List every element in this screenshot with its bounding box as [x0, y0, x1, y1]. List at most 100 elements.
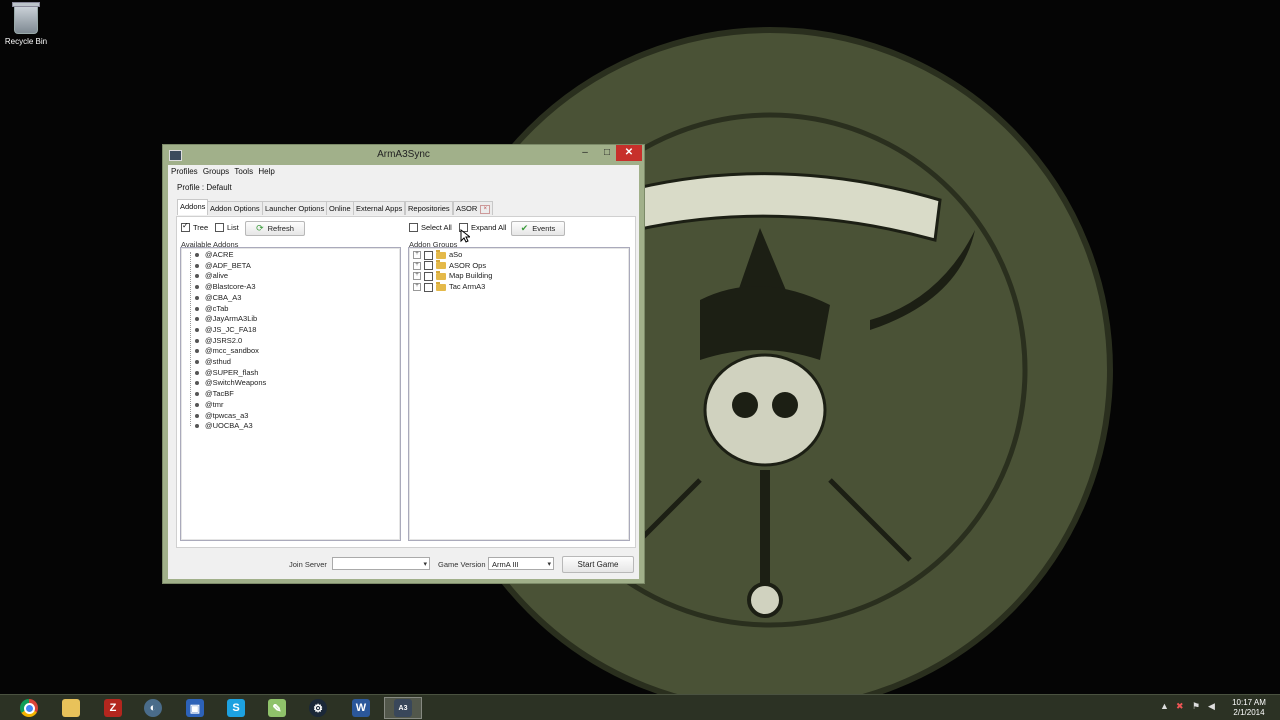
- tab-addon-options[interactable]: Addon Options: [207, 201, 263, 215]
- addon-name: @ADF_BETA: [205, 260, 251, 270]
- addon-item[interactable]: @JayArmA3Lib: [195, 314, 257, 324]
- close-button[interactable]: ✕: [616, 145, 642, 161]
- group-checkbox[interactable]: [424, 261, 433, 271]
- events-label: Events: [532, 224, 556, 233]
- addon-bullet-icon: [195, 360, 199, 365]
- profile-label: Profile : Default: [177, 183, 232, 192]
- taskbar: Z ◐ ▣ S ✎ ⚙ W A3 ▲ ✖ ⚑ ◀ 10:17 AM 2/1/20…: [0, 694, 1280, 720]
- group-item[interactable]: + Map Building: [413, 270, 492, 281]
- recycle-bin-icon: [12, 2, 40, 34]
- tree-option[interactable]: Tree: [181, 221, 208, 232]
- tree-checkbox[interactable]: [181, 221, 190, 232]
- expand-icon[interactable]: +: [413, 251, 421, 259]
- addon-item[interactable]: @alive: [195, 271, 228, 281]
- word-icon: W: [352, 699, 370, 717]
- list-checkbox[interactable]: [215, 223, 224, 232]
- menu-help[interactable]: Help: [258, 165, 274, 179]
- recycle-bin[interactable]: Recycle Bin: [4, 2, 48, 46]
- network-warning-icon[interactable]: ✖: [1176, 701, 1184, 712]
- addon-item[interactable]: @ADF_BETA: [195, 261, 251, 271]
- addon-name: @JayArmA3Lib: [205, 314, 258, 324]
- close-tab-icon[interactable]: ×: [480, 204, 491, 214]
- addon-bullet-icon: [195, 381, 199, 386]
- addon-name: @CBA_A3: [205, 292, 242, 302]
- addon-name: @Blastcore-A3: [205, 282, 256, 292]
- taskbar-teamspeak[interactable]: ◐: [134, 697, 172, 719]
- group-item[interactable]: + Tac ArmA3: [413, 281, 485, 292]
- group-checkbox[interactable]: [424, 282, 433, 292]
- menu-tools[interactable]: Tools: [234, 165, 253, 179]
- list-option[interactable]: List: [215, 223, 239, 232]
- group-item[interactable]: + aSo: [413, 249, 462, 260]
- expand-icon[interactable]: +: [413, 261, 421, 270]
- taskbar-chrome[interactable]: [10, 697, 48, 719]
- taskbar-notepad[interactable]: ✎: [258, 697, 296, 719]
- taskbar-explorer[interactable]: [52, 697, 90, 719]
- expand-all-label: Expand All: [471, 223, 507, 232]
- minimize-button[interactable]: –: [573, 145, 597, 161]
- addon-name: @alive: [205, 271, 229, 281]
- folder-icon: [436, 249, 446, 259]
- start-game-button[interactable]: Start Game: [562, 556, 634, 573]
- addon-name: @mcc_sandbox: [205, 346, 259, 356]
- group-checkbox[interactable]: [424, 250, 433, 260]
- expand-icon[interactable]: +: [413, 272, 421, 281]
- group-item[interactable]: + ASOR Ops: [413, 260, 486, 271]
- addon-name: @sthud: [205, 357, 231, 366]
- join-server-select[interactable]: ▾: [332, 557, 430, 570]
- menu-bar: Profiles Groups Tools Help: [168, 165, 639, 179]
- addon-name: @TacBF: [205, 389, 234, 399]
- refresh-button[interactable]: ⟳ Refresh: [245, 221, 305, 236]
- system-clock[interactable]: 10:17 AM 2/1/2014: [1224, 698, 1274, 718]
- select-all-checkbox[interactable]: [409, 223, 418, 232]
- taskbar-skype[interactable]: S: [217, 697, 255, 719]
- menu-groups[interactable]: Groups: [203, 165, 229, 179]
- addon-item[interactable]: @tmr: [195, 400, 223, 410]
- available-addons-tree[interactable]: @ACRE @ADF_BETA @alive @Blastcore-A3 @CB…: [180, 247, 401, 541]
- volume-icon[interactable]: ◀: [1208, 701, 1215, 712]
- addon-name: @JS_JC_FA18: [205, 324, 257, 334]
- addon-item[interactable]: @Blastcore-A3: [195, 282, 256, 292]
- addon-item[interactable]: @SUPER_flash: [195, 368, 258, 378]
- taskbar-word[interactable]: W: [342, 697, 380, 719]
- addon-item[interactable]: @cTab: [195, 304, 228, 314]
- addon-item[interactable]: @TacBF: [195, 389, 234, 399]
- teamspeak-icon: ◐: [144, 699, 162, 717]
- addon-bullet-icon: [195, 306, 199, 311]
- tab-online[interactable]: Online: [326, 201, 354, 215]
- tab-addons[interactable]: Addons: [177, 199, 209, 215]
- addon-item[interactable]: @UOCBA_A3: [195, 421, 253, 431]
- addon-item[interactable]: @mcc_sandbox: [195, 346, 259, 356]
- tab-repositories[interactable]: Repositories: [405, 201, 453, 215]
- group-checkbox[interactable]: [424, 271, 433, 281]
- taskbar-arma3sync[interactable]: A3: [384, 697, 422, 719]
- tab-asor[interactable]: ASOR ×: [453, 201, 494, 215]
- events-button[interactable]: ✔ Events: [511, 221, 565, 236]
- notification-flag-icon[interactable]: ⚑: [1192, 701, 1200, 712]
- folder-icon: [436, 281, 446, 291]
- clock-date: 2/1/2014: [1233, 708, 1265, 717]
- game-version-select[interactable]: ArmA III ▾: [488, 557, 554, 570]
- filezilla-icon: Z: [104, 699, 122, 717]
- menu-profiles[interactable]: Profiles: [171, 165, 198, 179]
- taskbar-computer[interactable]: ▣: [176, 697, 214, 719]
- addon-item[interactable]: @sthud: [195, 357, 231, 367]
- tab-external-apps[interactable]: External Apps: [353, 201, 406, 215]
- addon-bullet-icon: [195, 274, 199, 279]
- addon-groups-tree[interactable]: + aSo + ASOR Ops + Map Building + Tac Ar…: [408, 247, 630, 541]
- addon-bullet-icon: [195, 253, 199, 258]
- addon-item[interactable]: @JSRS2.0: [195, 336, 242, 346]
- addon-item[interactable]: @ACRE: [195, 250, 233, 260]
- addon-item[interactable]: @tpwcas_a3: [195, 411, 248, 421]
- clock-time: 10:17 AM: [1232, 698, 1266, 707]
- taskbar-steam[interactable]: ⚙: [299, 697, 337, 719]
- tab-launcher-options[interactable]: Launcher Options: [262, 201, 328, 215]
- addon-item[interactable]: @SwitchWeapons: [195, 378, 266, 388]
- select-all-option[interactable]: Select All: [409, 223, 452, 232]
- show-hidden-icons[interactable]: ▲: [1160, 701, 1169, 711]
- addon-item[interactable]: @JS_JC_FA18: [195, 325, 256, 335]
- expand-icon[interactable]: +: [413, 283, 421, 292]
- taskbar-filezilla[interactable]: Z: [94, 697, 132, 719]
- addon-item[interactable]: @CBA_A3: [195, 293, 241, 303]
- title-bar[interactable]: ArmA3Sync – □ ✕: [163, 145, 644, 165]
